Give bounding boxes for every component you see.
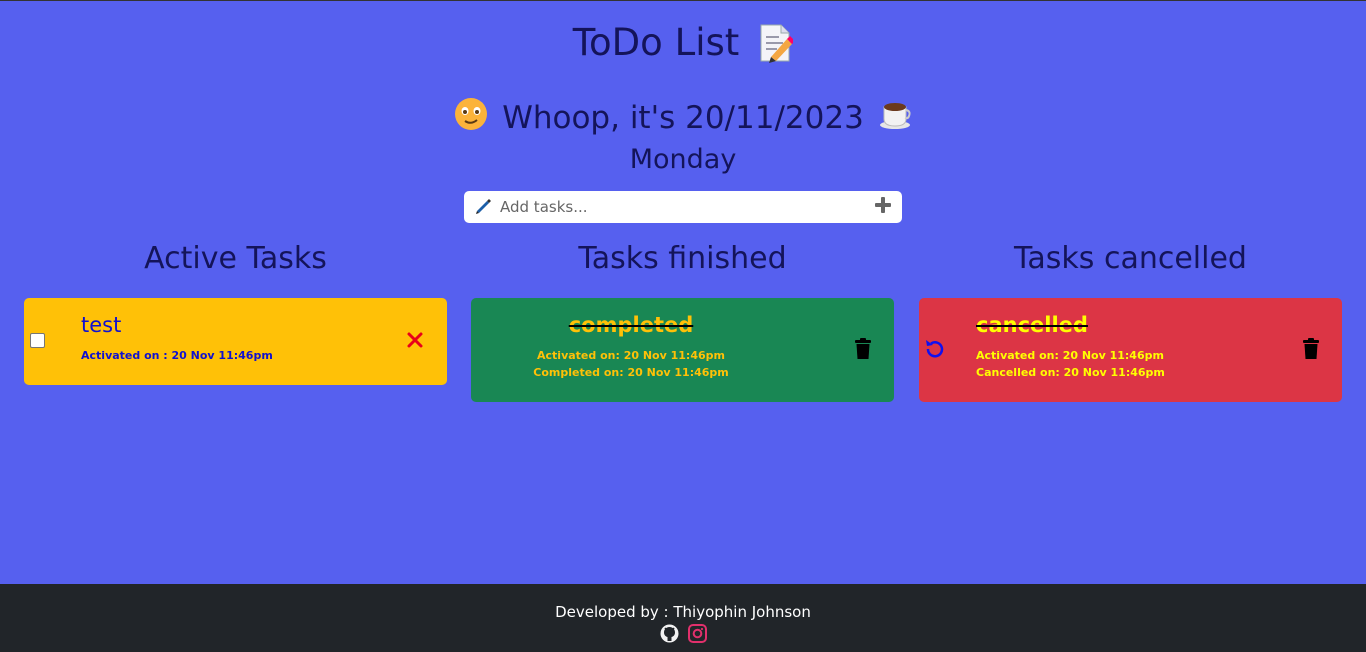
activated-timestamp: Activated on : 20 Nov 11:46pm (81, 349, 273, 362)
activated-timestamp: Activated on: 20 Nov 11:46pm (976, 349, 1164, 362)
cancelled-tasks-heading: Tasks cancelled (1014, 241, 1247, 276)
plus-icon[interactable] (874, 196, 892, 218)
developer-credit: Developed by : Thiyophin Johnson (555, 603, 811, 621)
cancelled-task-card: cancelled Activated on: 20 Nov 11:46pm C… (919, 298, 1342, 402)
memo-icon (757, 23, 796, 63)
coffee-icon (878, 97, 912, 139)
day-name: Monday (629, 144, 737, 175)
close-icon[interactable] (406, 331, 424, 349)
active-tasks-heading: Active Tasks (144, 241, 327, 276)
footer: Developed by : Thiyophin Johnson (0, 584, 1366, 652)
task-name: test (81, 313, 122, 337)
add-task-input[interactable] (500, 198, 874, 216)
finished-tasks-heading: Tasks finished (578, 241, 787, 276)
complete-task-checkbox[interactable] (30, 333, 45, 348)
smiley-icon (454, 97, 488, 139)
instagram-icon[interactable] (687, 624, 707, 643)
undo-icon[interactable] (923, 338, 945, 360)
task-name: completed (568, 313, 694, 337)
greeting-row: Whoop, it's 20/11/2023 (0, 97, 1366, 139)
pen-icon (474, 196, 492, 218)
trash-icon[interactable] (854, 338, 872, 360)
page-title: ToDo List (572, 21, 740, 64)
finished-task-card: completed Activated on: 20 Nov 11:46pm C… (471, 298, 894, 402)
active-task-card: test Activated on : 20 Nov 11:46pm (24, 298, 447, 385)
task-name: cancelled (976, 313, 1088, 337)
activated-timestamp: Activated on: 20 Nov 11:46pm (537, 349, 725, 362)
cancelled-timestamp: Cancelled on: 20 Nov 11:46pm (976, 366, 1165, 379)
github-icon[interactable] (660, 624, 679, 643)
social-links (0, 624, 1366, 643)
app-title-row: ToDo List (0, 21, 1366, 64)
trash-icon[interactable] (1302, 338, 1320, 360)
date-greeting: Whoop, it's 20/11/2023 (502, 100, 864, 136)
completed-timestamp: Completed on: 20 Nov 11:46pm (533, 366, 729, 379)
add-task-bar (464, 191, 902, 223)
